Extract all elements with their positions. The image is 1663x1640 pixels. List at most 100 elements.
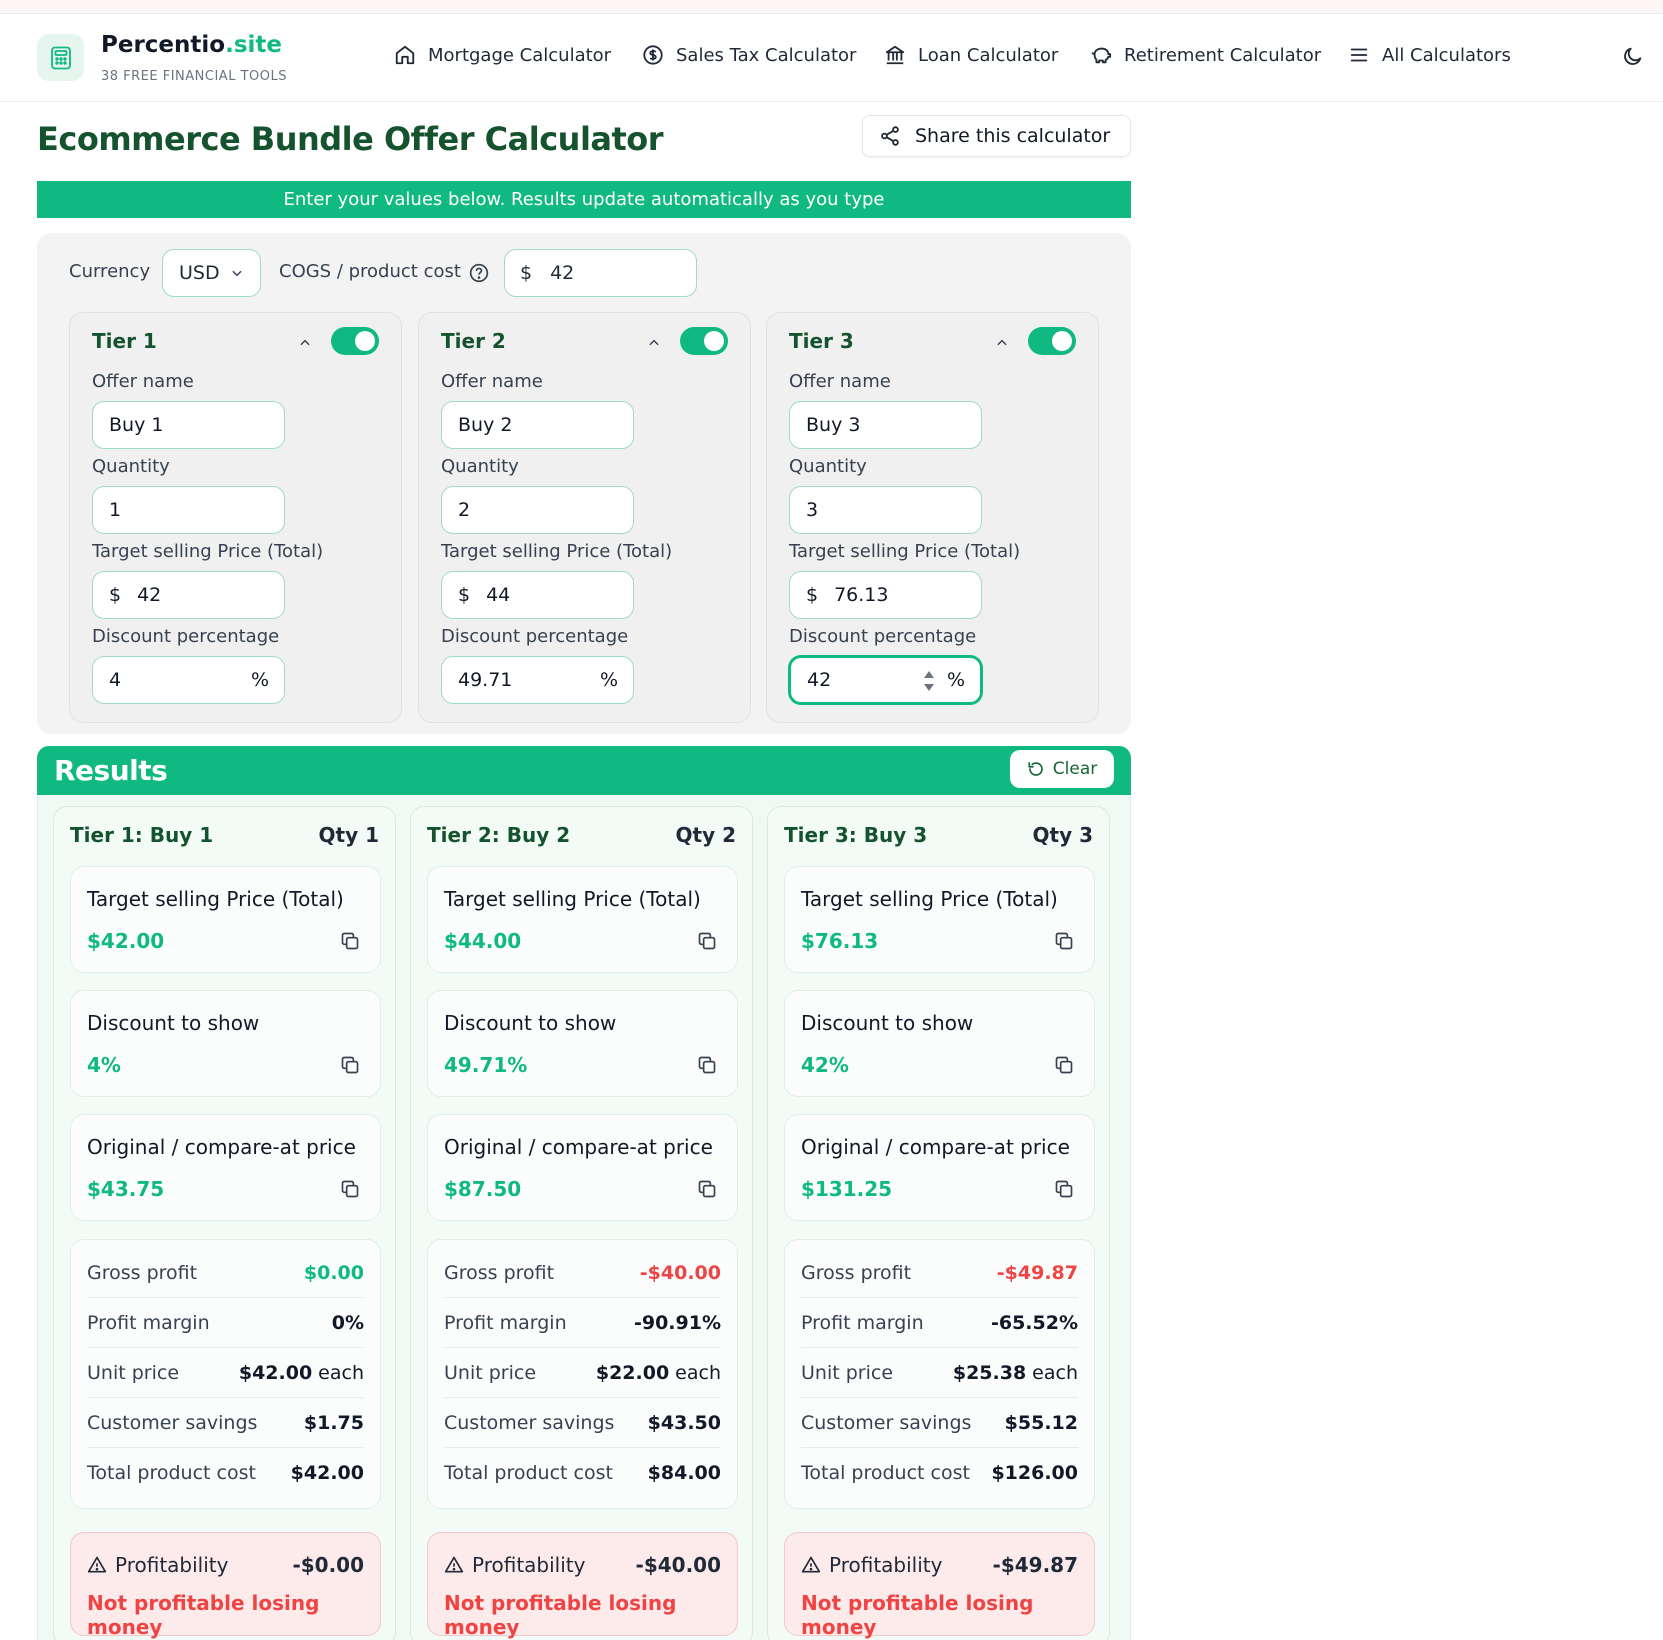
metric-original-price: Original / compare-at price $87.50: [427, 1114, 738, 1221]
results-header: Results Clear: [37, 746, 1131, 795]
metric-discount-value: 4%: [87, 1053, 121, 1077]
quantity-input[interactable]: 2: [441, 486, 634, 534]
quantity-input[interactable]: 1: [92, 486, 285, 534]
offer-name-label: Offer name: [441, 371, 543, 392]
metric-discount-value: 42%: [801, 1053, 849, 1077]
chevron-up-icon[interactable]: [298, 335, 312, 354]
profitability-value: -$0.00: [292, 1553, 364, 1577]
clear-button[interactable]: Clear: [1010, 750, 1114, 788]
discount-input[interactable]: 42 %: [789, 656, 982, 704]
copy-icon[interactable]: [1054, 1179, 1074, 1203]
profitability-box: Profitability -$49.87 Not profitable los…: [784, 1532, 1095, 1639]
metric-original-price: Original / compare-at price $131.25: [784, 1114, 1095, 1221]
result-qty: Qty 1: [318, 823, 379, 847]
profitability-box: Profitability -$40.00 Not profitable los…: [427, 1532, 738, 1639]
nav-sales-tax[interactable]: Sales Tax Calculator: [642, 44, 856, 66]
copy-icon[interactable]: [340, 1055, 360, 1079]
chevron-up-icon[interactable]: [647, 335, 661, 354]
chevron-up-icon[interactable]: [995, 335, 1009, 354]
stat-gross-profit: Gross profit -$49.87: [801, 1248, 1078, 1298]
price-input[interactable]: $42: [92, 571, 285, 619]
tier-enable-toggle[interactable]: [1028, 327, 1076, 355]
metric-original-value: $87.50: [444, 1177, 522, 1201]
brand-name[interactable]: Percentio.site: [101, 32, 282, 58]
offer-name-input[interactable]: Buy 3: [789, 401, 982, 449]
stat-total-cost: Total product cost $42.00: [87, 1462, 364, 1484]
stat-total-cost: Total product cost $126.00: [801, 1462, 1078, 1484]
discount-input[interactable]: 4%: [92, 656, 285, 704]
copy-icon[interactable]: [697, 1179, 717, 1203]
result-tier-title: Tier 1: Buy 1: [70, 823, 214, 847]
nav-loan[interactable]: Loan Calculator: [884, 44, 1058, 66]
metric-discount: Discount to show 42%: [784, 990, 1095, 1097]
profitability-box: Profitability -$0.00 Not profitable losi…: [70, 1532, 381, 1639]
stat-gross-profit: Gross profit -$40.00: [444, 1248, 721, 1298]
stat-customer-savings: Customer savings $1.75: [87, 1398, 364, 1448]
stats-list: Gross profit $0.00 Profit margin 0% Unit p…: [70, 1239, 381, 1509]
quantity-label: Quantity: [441, 456, 519, 477]
result-tier-title: Tier 2: Buy 2: [427, 823, 571, 847]
calculator-logo-icon[interactable]: [37, 34, 84, 81]
share-button[interactable]: Share this calculator: [862, 115, 1131, 157]
metric-original-value: $43.75: [87, 1177, 165, 1201]
metric-discount: Discount to show 4%: [70, 990, 381, 1097]
stat-unit-price: Unit price $42.00 each: [87, 1348, 364, 1398]
currency-select[interactable]: USD: [162, 249, 261, 297]
brand-subtitle: 38 FREE FINANCIAL TOOLS: [101, 69, 287, 84]
dark-mode-toggle[interactable]: [1622, 45, 1644, 71]
offer-name-label: Offer name: [92, 371, 194, 392]
discount-input[interactable]: 49.71%: [441, 656, 634, 704]
offer-name-input[interactable]: Buy 2: [441, 401, 634, 449]
copy-icon[interactable]: [697, 1055, 717, 1079]
tier-card-1: Tier 1 Offer name Buy 1 Quantity 1 Targe…: [69, 312, 402, 723]
copy-icon[interactable]: [1054, 1055, 1074, 1079]
cogs-input[interactable]: $ 42: [504, 249, 697, 297]
profitability-value: -$40.00: [635, 1553, 721, 1577]
tier-enable-toggle[interactable]: [680, 327, 728, 355]
discount-label: Discount percentage: [441, 626, 629, 647]
metric-price: Target selling Price (Total) $42.00: [70, 866, 381, 973]
copy-icon[interactable]: [340, 931, 360, 955]
copy-icon[interactable]: [697, 931, 717, 955]
metric-original-price: Original / compare-at price $43.75: [70, 1114, 381, 1221]
results-title: Results: [54, 754, 168, 787]
stat-profit-margin: Profit margin -65.52%: [801, 1298, 1078, 1348]
nav-retirement[interactable]: Retirement Calculator: [1090, 44, 1321, 66]
page-title: Ecommerce Bundle Offer Calculator: [37, 120, 664, 158]
spinner-arrows-icon[interactable]: [923, 669, 935, 698]
discount-label: Discount percentage: [92, 626, 280, 647]
stats-list: Gross profit -$40.00 Profit margin -90.91%…: [427, 1239, 738, 1509]
stat-unit-price: Unit price $22.00 each: [444, 1348, 721, 1398]
stat-customer-savings: Customer savings $43.50: [444, 1398, 721, 1448]
price-label: Target selling Price (Total): [789, 541, 1021, 562]
copy-icon[interactable]: [1054, 931, 1074, 955]
price-input[interactable]: $76.13: [789, 571, 982, 619]
instruction-banner: Enter your values below. Results update …: [37, 181, 1131, 218]
warning-icon: [444, 1556, 464, 1573]
stat-unit-price: Unit price $25.38 each: [801, 1348, 1078, 1398]
warning-icon: [801, 1556, 821, 1573]
price-label: Target selling Price (Total): [92, 541, 324, 562]
price-label: Target selling Price (Total): [441, 541, 673, 562]
menu-icon: [1350, 48, 1368, 62]
result-column-1: Tier 1: Buy 1 Qty 1 Target selling Price …: [53, 806, 396, 1640]
copy-icon[interactable]: [340, 1179, 360, 1203]
tier-enable-toggle[interactable]: [331, 327, 379, 355]
metric-price-value: $42.00: [87, 929, 165, 953]
quantity-label: Quantity: [789, 456, 867, 477]
help-icon[interactable]: [469, 263, 489, 287]
quantity-input[interactable]: 3: [789, 486, 982, 534]
home-icon: [395, 45, 415, 65]
moon-icon: [1624, 47, 1642, 65]
share-icon: [881, 126, 899, 146]
price-input[interactable]: $44: [441, 571, 634, 619]
metric-price: Target selling Price (Total) $76.13: [784, 866, 1095, 973]
nav-all-calculators[interactable]: All Calculators: [1348, 44, 1511, 66]
piggy-bank-icon: [1091, 47, 1112, 64]
metric-price: Target selling Price (Total) $44.00: [427, 866, 738, 973]
result-tier-title: Tier 3: Buy 3: [784, 823, 928, 847]
nav-mortgage[interactable]: Mortgage Calculator: [394, 44, 611, 66]
cogs-label: COGS / product cost: [279, 261, 461, 282]
stat-profit-margin: Profit margin 0%: [87, 1298, 364, 1348]
offer-name-input[interactable]: Buy 1: [92, 401, 285, 449]
